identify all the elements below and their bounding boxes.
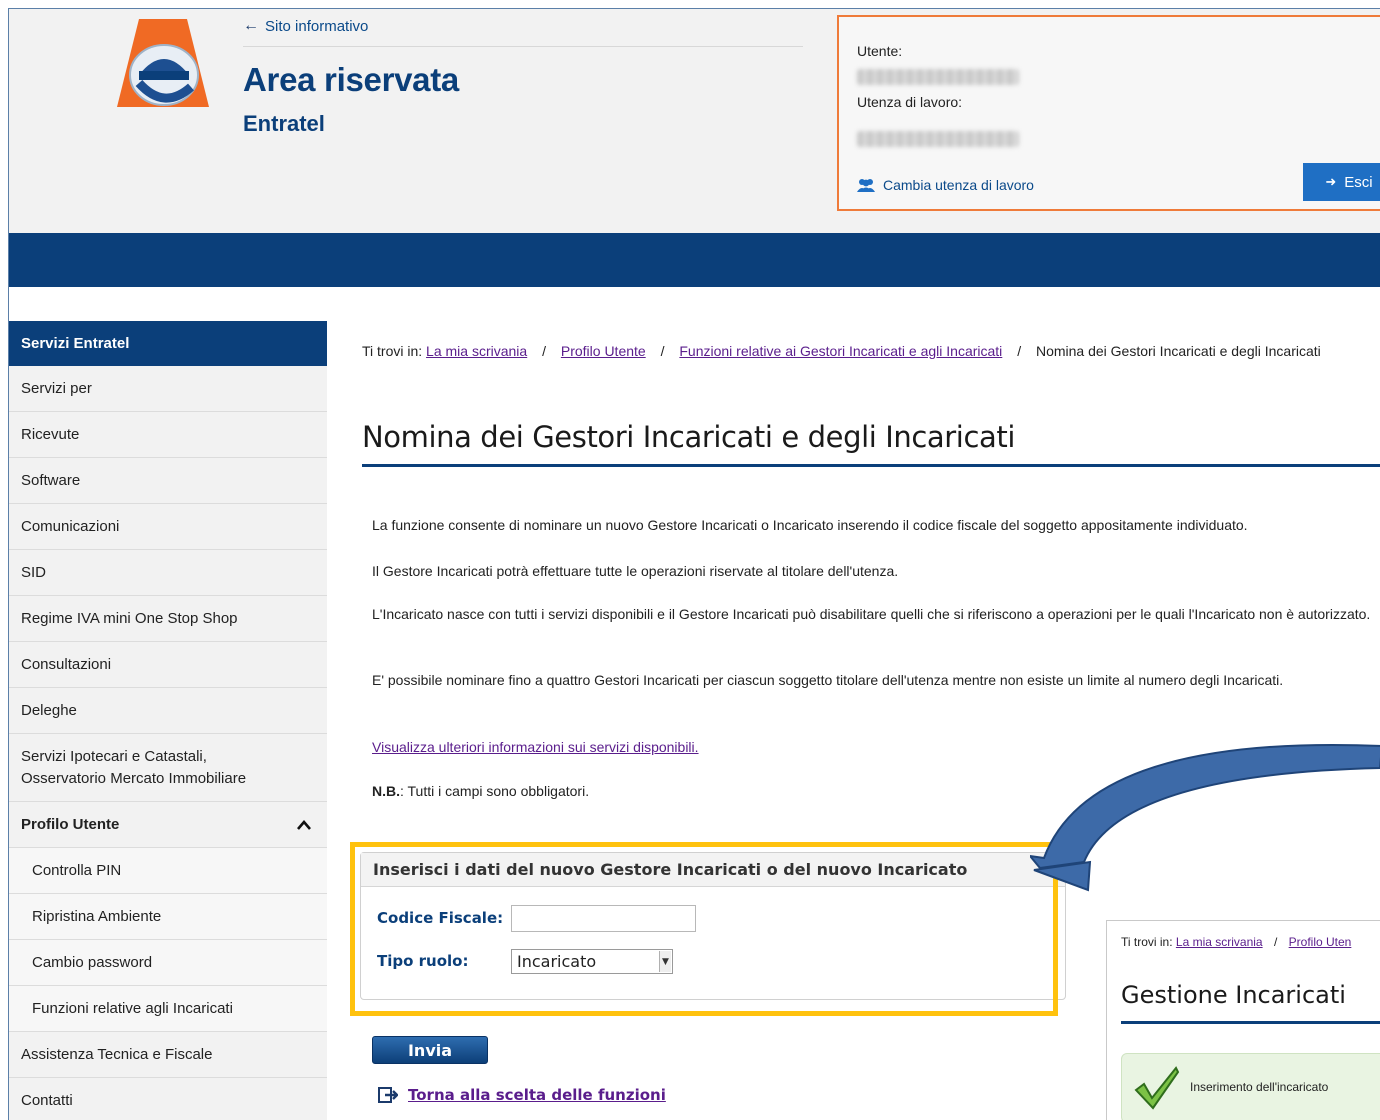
sidebar-item-cambio-password[interactable]: Cambio password bbox=[9, 940, 327, 986]
gestione-incaricati-preview: Ti trovi in: La mia scrivania / Profilo … bbox=[1106, 920, 1380, 1120]
agenzia-entrate-logo-icon bbox=[117, 19, 209, 107]
sidebar-item-sid[interactable]: SID bbox=[9, 550, 327, 596]
sidebar-item-servizi-per[interactable]: Servizi per bbox=[9, 366, 327, 412]
intro-paragraph-1: La funzione consente di nominare un nuov… bbox=[372, 517, 1248, 533]
inset-breadcrumb-link-scrivania[interactable]: La mia scrivania bbox=[1176, 935, 1263, 949]
logout-button[interactable]: ➜ Esci bbox=[1303, 163, 1380, 201]
work-user-label: Utenza di lavoro: bbox=[857, 94, 963, 110]
user-id-redacted bbox=[857, 69, 1019, 85]
sign-out-icon: ➜ bbox=[1325, 174, 1337, 189]
sidebar-item-regime-iva[interactable]: Regime IVA mini One Stop Shop bbox=[9, 596, 327, 642]
user-info-box: Utente: Utenza di lavoro: Cambia utenza … bbox=[837, 15, 1380, 211]
sidebar-item-comunicazioni[interactable]: Comunicazioni bbox=[9, 504, 327, 550]
area-title: Area riservata bbox=[243, 61, 459, 98]
more-info-link[interactable]: Visualizza ulteriori informazioni sui se… bbox=[372, 739, 699, 755]
site-header: ← Sito informativo Area riservata Entrat… bbox=[9, 9, 1380, 233]
breadcrumb-link-funzioni[interactable]: Funzioni relative ai Gestori Incaricati … bbox=[679, 343, 1002, 359]
inset-breadcrumb-prefix: Ti trovi in: bbox=[1121, 935, 1173, 949]
intro-paragraph-3: L'Incaricato nasce con tutti i servizi d… bbox=[372, 606, 1371, 622]
breadcrumb-separator: / bbox=[1273, 935, 1278, 949]
profilo-utente-label: Profilo Utente bbox=[21, 816, 120, 833]
user-label: Utente: bbox=[857, 43, 903, 59]
chevron-up-icon bbox=[297, 819, 311, 830]
sidebar-item-assistenza[interactable]: Assistenza Tecnica e Fiscale bbox=[9, 1032, 327, 1078]
back-to-functions-link[interactable]: Torna alla scelta delle funzioni bbox=[408, 1086, 666, 1104]
breadcrumb-link-scrivania[interactable]: La mia scrivania bbox=[426, 343, 527, 359]
sidebar-item-ripristina-ambiente[interactable]: Ripristina Ambiente bbox=[9, 894, 327, 940]
back-to-info-site-link[interactable]: ← Sito informativo bbox=[243, 17, 368, 35]
nb-text: : Tutti i campi sono obbligatori. bbox=[400, 783, 590, 799]
submit-button[interactable]: Invia bbox=[372, 1036, 488, 1064]
breadcrumb-separator: / bbox=[542, 343, 546, 359]
sidebar-item-deleghe[interactable]: Deleghe bbox=[9, 688, 327, 734]
success-message: Inserimento dell'incaricato bbox=[1190, 1080, 1329, 1094]
back-link-label: Sito informativo bbox=[265, 17, 369, 35]
breadcrumb: Ti trovi in: La mia scrivania / Profilo … bbox=[362, 340, 1372, 362]
sidebar-item-consultazioni[interactable]: Consultazioni bbox=[9, 642, 327, 688]
sidebar-item-servizi-ipotecari[interactable]: Servizi Ipotecari e Catastali, Osservato… bbox=[9, 734, 327, 802]
arrow-left-icon: ← bbox=[243, 17, 259, 34]
header-divider bbox=[243, 46, 803, 47]
sidebar-item-contatti[interactable]: Contatti bbox=[9, 1078, 327, 1120]
nb-label: N.B. bbox=[372, 783, 400, 799]
checkmark-icon bbox=[1134, 1066, 1180, 1110]
nav-band bbox=[9, 233, 1380, 287]
logout-label: Esci bbox=[1344, 173, 1373, 191]
change-work-user-link[interactable]: Cambia utenza di lavoro bbox=[857, 177, 1034, 193]
sidebar-item-controlla-pin[interactable]: Controlla PIN bbox=[9, 848, 327, 894]
back-to-functions[interactable]: Torna alla scelta delle funzioni bbox=[378, 1086, 666, 1104]
work-user-id-redacted bbox=[857, 131, 1019, 147]
sidebar-item-ricevute[interactable]: Ricevute bbox=[9, 412, 327, 458]
sidebar-item-software[interactable]: Software bbox=[9, 458, 327, 504]
page-title: Nomina dei Gestori Incaricati e degli In… bbox=[362, 420, 1015, 454]
intro-paragraph-2: Il Gestore Incaricati potrà effettuare t… bbox=[372, 563, 899, 579]
inset-title: Gestione Incaricati bbox=[1121, 981, 1346, 1009]
sidebar-item-profilo-utente[interactable]: Profilo Utente bbox=[9, 802, 327, 848]
sidebar-header: Servizi Entratel bbox=[9, 321, 327, 366]
inset-title-underline bbox=[1121, 1021, 1380, 1024]
inset-breadcrumb: Ti trovi in: La mia scrivania / Profilo … bbox=[1121, 935, 1351, 949]
breadcrumb-prefix: Ti trovi in: bbox=[362, 343, 423, 359]
sidebar: Servizi Entratel Servizi per Ricevute So… bbox=[9, 321, 327, 1120]
sidebar-item-funzioni-incaricati[interactable]: Funzioni relative agli Incaricati bbox=[9, 986, 327, 1032]
breadcrumb-current: Nomina dei Gestori Incaricati e degli In… bbox=[1035, 343, 1321, 359]
breadcrumb-separator: / bbox=[660, 343, 665, 359]
area-subtitle: Entratel bbox=[243, 111, 325, 136]
breadcrumb-link-profilo[interactable]: Profilo Utente bbox=[561, 343, 646, 359]
inset-breadcrumb-link-profilo[interactable]: Profilo Uten bbox=[1289, 935, 1352, 949]
curved-arrow-icon bbox=[1030, 743, 1380, 892]
users-icon bbox=[857, 179, 875, 192]
intro-paragraph-4: E' possibile nominare fino a quattro Ges… bbox=[372, 672, 1284, 688]
change-work-user-label: Cambia utenza di lavoro bbox=[883, 177, 1034, 193]
back-arrow-box-icon bbox=[378, 1087, 398, 1103]
breadcrumb-separator: / bbox=[1017, 343, 1022, 359]
title-underline bbox=[362, 464, 1380, 467]
success-alert: Inserimento dell'incaricato bbox=[1121, 1053, 1380, 1120]
form-highlight-box bbox=[350, 842, 1058, 1016]
